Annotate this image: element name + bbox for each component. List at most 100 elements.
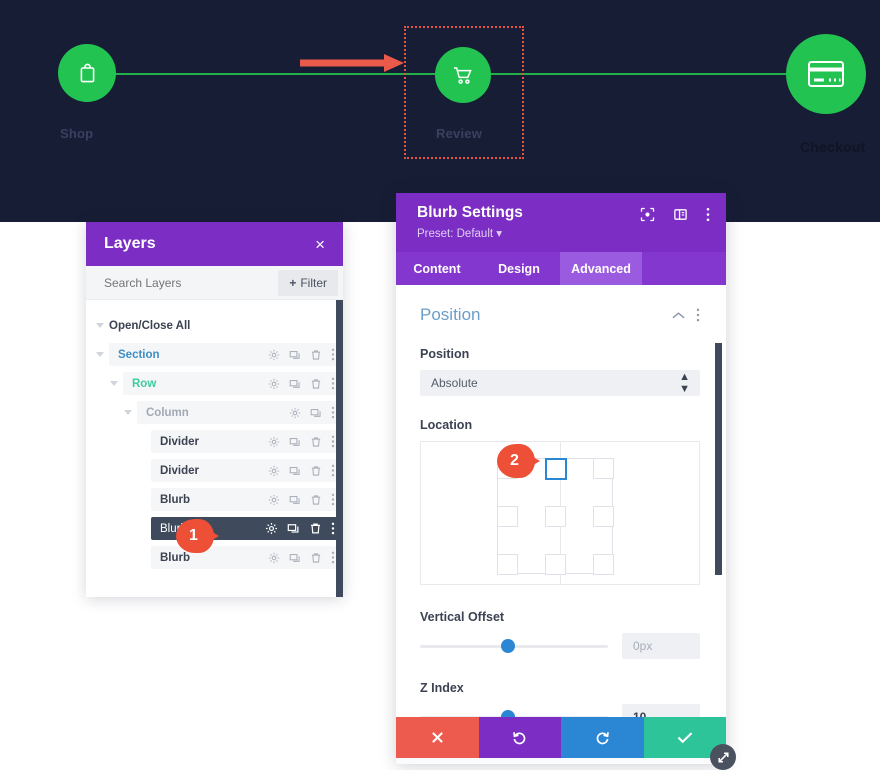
layers-scrollbar-thumb[interactable] bbox=[336, 300, 343, 597]
cancel-button[interactable] bbox=[396, 717, 479, 758]
duplicate-icon[interactable] bbox=[289, 552, 301, 564]
gear-icon[interactable] bbox=[268, 378, 280, 390]
close-icon[interactable]: × bbox=[315, 236, 325, 253]
z-index-input[interactable]: 10 bbox=[622, 704, 700, 717]
filter-button[interactable]: + Filter bbox=[278, 269, 338, 296]
kebab-menu-icon[interactable] bbox=[331, 522, 335, 535]
settings-panel-title: Blurb Settings bbox=[417, 204, 523, 221]
settings-scrollbar-thumb[interactable] bbox=[715, 343, 722, 575]
layer-row-section[interactable]: Section bbox=[86, 343, 343, 366]
resize-handle[interactable] bbox=[710, 744, 736, 770]
panel-layout-icon[interactable] bbox=[673, 207, 688, 222]
layer-row-row[interactable]: Row bbox=[86, 372, 343, 395]
duplicate-icon[interactable] bbox=[287, 522, 300, 535]
trash-icon[interactable] bbox=[309, 522, 322, 535]
layer-label: Row bbox=[132, 377, 157, 390]
annotation-marker-2: 2 bbox=[497, 444, 543, 478]
trash-icon[interactable] bbox=[310, 465, 322, 477]
duplicate-icon[interactable] bbox=[289, 436, 301, 448]
vertical-offset-input[interactable]: 0px bbox=[622, 633, 700, 659]
tab-advanced[interactable]: Advanced bbox=[560, 252, 642, 285]
position-accordion-header[interactable]: Position bbox=[420, 305, 700, 325]
duplicate-icon[interactable] bbox=[289, 465, 301, 477]
close-icon bbox=[431, 732, 443, 743]
search-input[interactable] bbox=[104, 275, 279, 290]
kebab-menu-icon[interactable] bbox=[706, 207, 710, 222]
duplicate-icon[interactable] bbox=[310, 407, 322, 419]
duplicate-icon[interactable] bbox=[289, 494, 301, 506]
gear-icon[interactable] bbox=[289, 407, 301, 419]
undo-icon bbox=[513, 732, 526, 745]
accordion-title: Position bbox=[420, 305, 481, 324]
focus-target-icon[interactable] bbox=[640, 207, 655, 222]
location-cell-bottom-center[interactable] bbox=[545, 554, 566, 575]
location-cell-top-center[interactable] bbox=[545, 458, 567, 480]
trash-icon[interactable] bbox=[310, 349, 322, 361]
redo-button[interactable] bbox=[561, 717, 644, 758]
gear-icon[interactable] bbox=[268, 436, 280, 448]
chevron-down-icon[interactable] bbox=[96, 350, 105, 359]
location-cell-bottom-right[interactable] bbox=[593, 554, 614, 575]
vertical-offset-slider[interactable] bbox=[420, 639, 608, 653]
settings-panel-body: Position Position Absolute ▲▼ Location bbox=[396, 285, 726, 717]
open-close-all-row[interactable]: Open/Close All bbox=[86, 314, 343, 337]
caret-placeholder bbox=[138, 495, 147, 504]
layer-label: Section bbox=[118, 348, 160, 361]
trash-icon[interactable] bbox=[310, 494, 322, 506]
duplicate-icon[interactable] bbox=[289, 349, 301, 361]
location-cell-middle-left[interactable] bbox=[497, 506, 518, 527]
location-cell-middle-right[interactable] bbox=[593, 506, 614, 527]
layer-row-column[interactable]: Column bbox=[86, 401, 343, 424]
position-select[interactable]: Absolute ▲ ▼ bbox=[420, 370, 700, 396]
tab-design[interactable]: Design bbox=[478, 252, 560, 285]
chevron-up-icon[interactable] bbox=[672, 311, 685, 320]
chevron-down-icon[interactable] bbox=[124, 408, 133, 417]
gear-icon[interactable] bbox=[268, 349, 280, 361]
marker-pointer bbox=[202, 526, 219, 546]
settings-action-bar bbox=[396, 717, 726, 758]
kebab-menu-icon[interactable] bbox=[331, 377, 335, 390]
slider-knob[interactable] bbox=[500, 710, 515, 717]
location-picker[interactable] bbox=[420, 441, 700, 585]
layer-row-divider[interactable]: Divider bbox=[86, 459, 343, 482]
z-index-slider[interactable] bbox=[420, 710, 608, 717]
layers-scrollbar-track[interactable] bbox=[336, 300, 343, 597]
kebab-menu-icon[interactable] bbox=[331, 348, 335, 361]
layer-label: Blurb bbox=[160, 551, 191, 564]
z-index-label: Z Index bbox=[420, 681, 464, 695]
kebab-menu-icon[interactable] bbox=[331, 493, 335, 506]
location-cell-middle-center[interactable] bbox=[545, 506, 566, 527]
trash-icon[interactable] bbox=[310, 436, 322, 448]
gear-icon[interactable] bbox=[265, 522, 278, 535]
kebab-menu-icon[interactable] bbox=[331, 406, 335, 419]
kebab-menu-icon[interactable] bbox=[331, 464, 335, 477]
checkout-progress-hero: Shop Review Checkout bbox=[0, 0, 880, 222]
blurb-settings-panel: Blurb Settings Preset: Default ▾ Content… bbox=[396, 193, 736, 770]
location-cell-bottom-left[interactable] bbox=[497, 554, 518, 575]
gear-icon[interactable] bbox=[268, 552, 280, 564]
tab-content[interactable]: Content bbox=[396, 252, 478, 285]
layers-panel-title: Layers bbox=[104, 235, 156, 252]
undo-button[interactable] bbox=[478, 717, 561, 758]
gear-icon[interactable] bbox=[268, 494, 280, 506]
gear-icon[interactable] bbox=[268, 465, 280, 477]
chevron-down-icon[interactable] bbox=[96, 321, 105, 330]
trash-icon[interactable] bbox=[310, 552, 322, 564]
slider-knob[interactable] bbox=[500, 639, 515, 653]
chevron-down-icon[interactable] bbox=[110, 379, 119, 388]
kebab-menu-icon[interactable] bbox=[696, 308, 700, 322]
layers-search-bar: +Filter bbox=[86, 266, 343, 300]
kebab-menu-icon[interactable] bbox=[331, 551, 335, 564]
caret-placeholder bbox=[138, 466, 147, 475]
preset-selector[interactable]: Preset: Default ▾ bbox=[417, 226, 523, 240]
step-icon-checkout[interactable] bbox=[786, 34, 866, 114]
step-label-shop: Shop bbox=[60, 126, 94, 141]
location-cell-top-right[interactable] bbox=[593, 458, 614, 479]
step-icon-review[interactable] bbox=[435, 47, 491, 103]
duplicate-icon[interactable] bbox=[289, 378, 301, 390]
kebab-menu-icon[interactable] bbox=[331, 435, 335, 448]
step-icon-shop[interactable] bbox=[58, 44, 116, 102]
layer-row-blurb[interactable]: Blurb bbox=[86, 488, 343, 511]
trash-icon[interactable] bbox=[310, 378, 322, 390]
layer-row-divider[interactable]: Divider bbox=[86, 430, 343, 453]
